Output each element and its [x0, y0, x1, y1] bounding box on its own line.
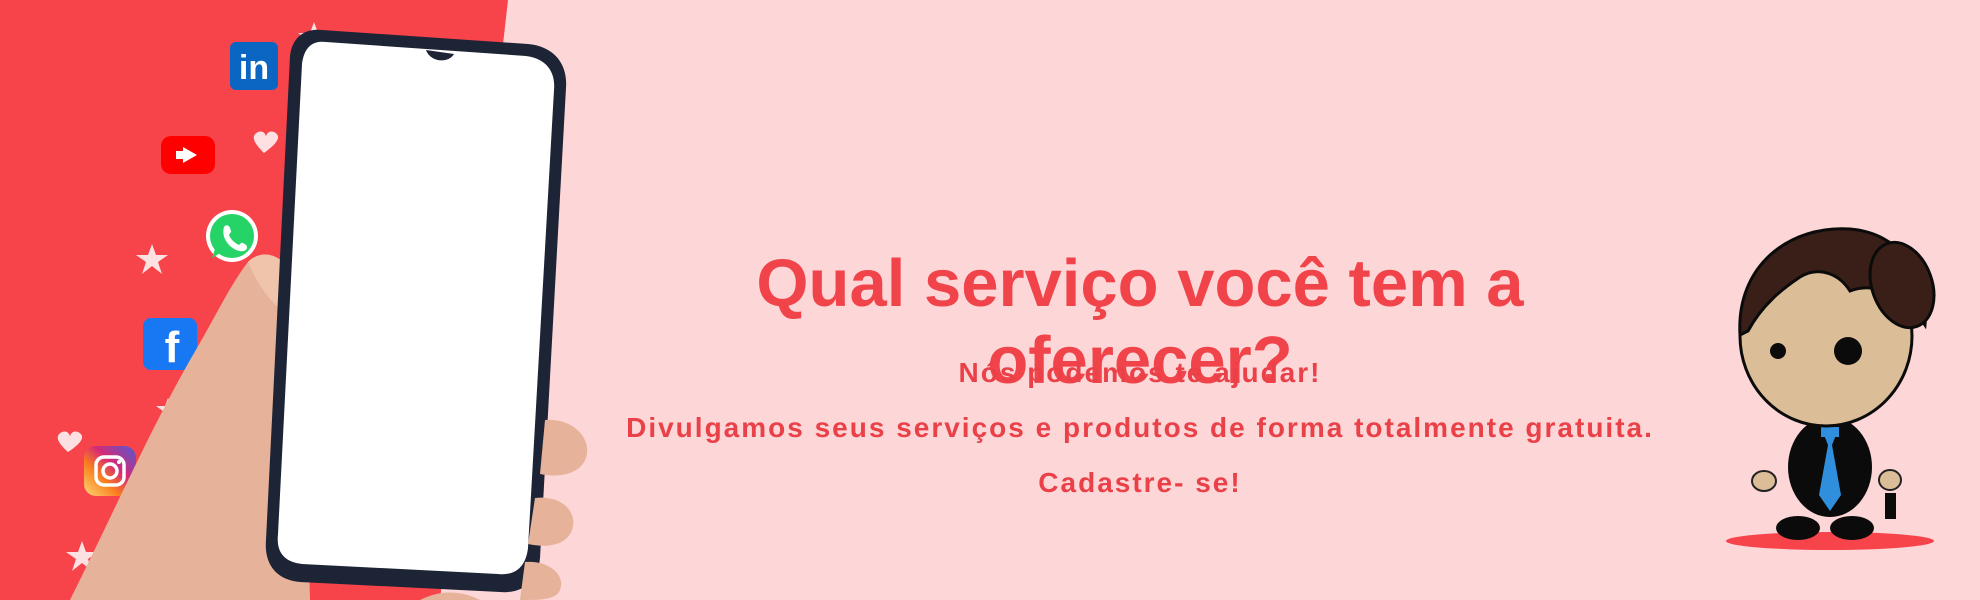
promo-banner: in f Qual serviço você tem a oferecer? N…	[0, 0, 1980, 600]
subline-signup: Cadastre- se!	[1038, 467, 1242, 498]
smartphone	[265, 29, 567, 593]
subline-help: Nós podemos te ajudar!	[958, 357, 1322, 388]
phone-screen	[277, 41, 555, 575]
mascot-shadow	[1726, 532, 1934, 550]
briefcase-handle	[1885, 493, 1896, 519]
facebook-label: f	[165, 323, 180, 372]
subline-description: Divulgamos seus serviços e produtos de f…	[626, 412, 1654, 443]
youtube-icon	[161, 136, 215, 174]
businessman-mascot	[1726, 227, 1936, 550]
linkedin-icon: in	[230, 42, 278, 90]
whatsapp-icon	[206, 210, 258, 262]
linkedin-label: in	[239, 49, 269, 87]
